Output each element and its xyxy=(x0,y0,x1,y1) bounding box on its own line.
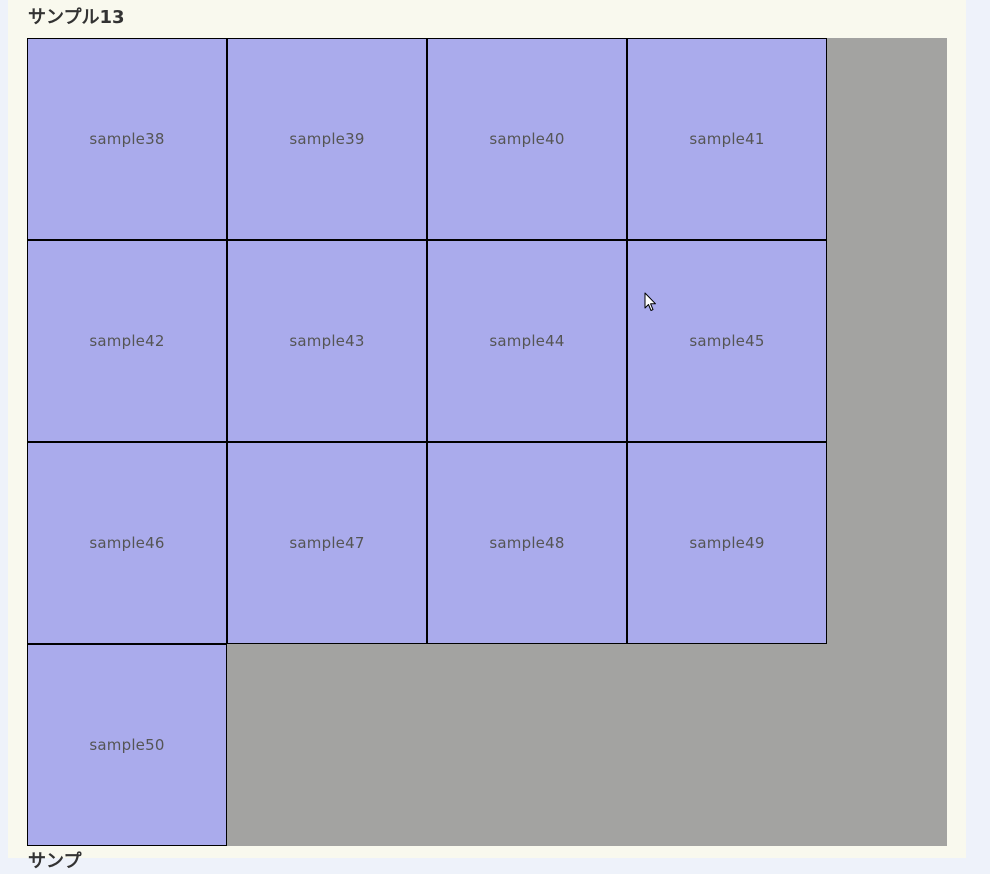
grid-cell: sample39 xyxy=(227,38,427,240)
grid-cell: sample49 xyxy=(627,442,827,644)
grid-cell: sample41 xyxy=(627,38,827,240)
grid-cell: sample40 xyxy=(427,38,627,240)
grid-cell: sample50 xyxy=(27,644,227,846)
next-section-title: サンプ xyxy=(28,851,82,872)
mouse-pointer-icon xyxy=(644,292,656,311)
grid-cell: sample47 xyxy=(227,442,427,644)
grid-cell: sample43 xyxy=(227,240,427,442)
grid-cell: sample46 xyxy=(27,442,227,644)
grid-cell: sample38 xyxy=(27,38,227,240)
section-title: サンプル13 xyxy=(28,7,125,28)
grid-cell: sample42 xyxy=(27,240,227,442)
grid-cell: sample48 xyxy=(427,442,627,644)
grid-cell: sample45 xyxy=(627,240,827,442)
grid-container: sample38 sample39 sample40 sample41 samp… xyxy=(27,38,947,846)
grid-cell: sample44 xyxy=(427,240,627,442)
